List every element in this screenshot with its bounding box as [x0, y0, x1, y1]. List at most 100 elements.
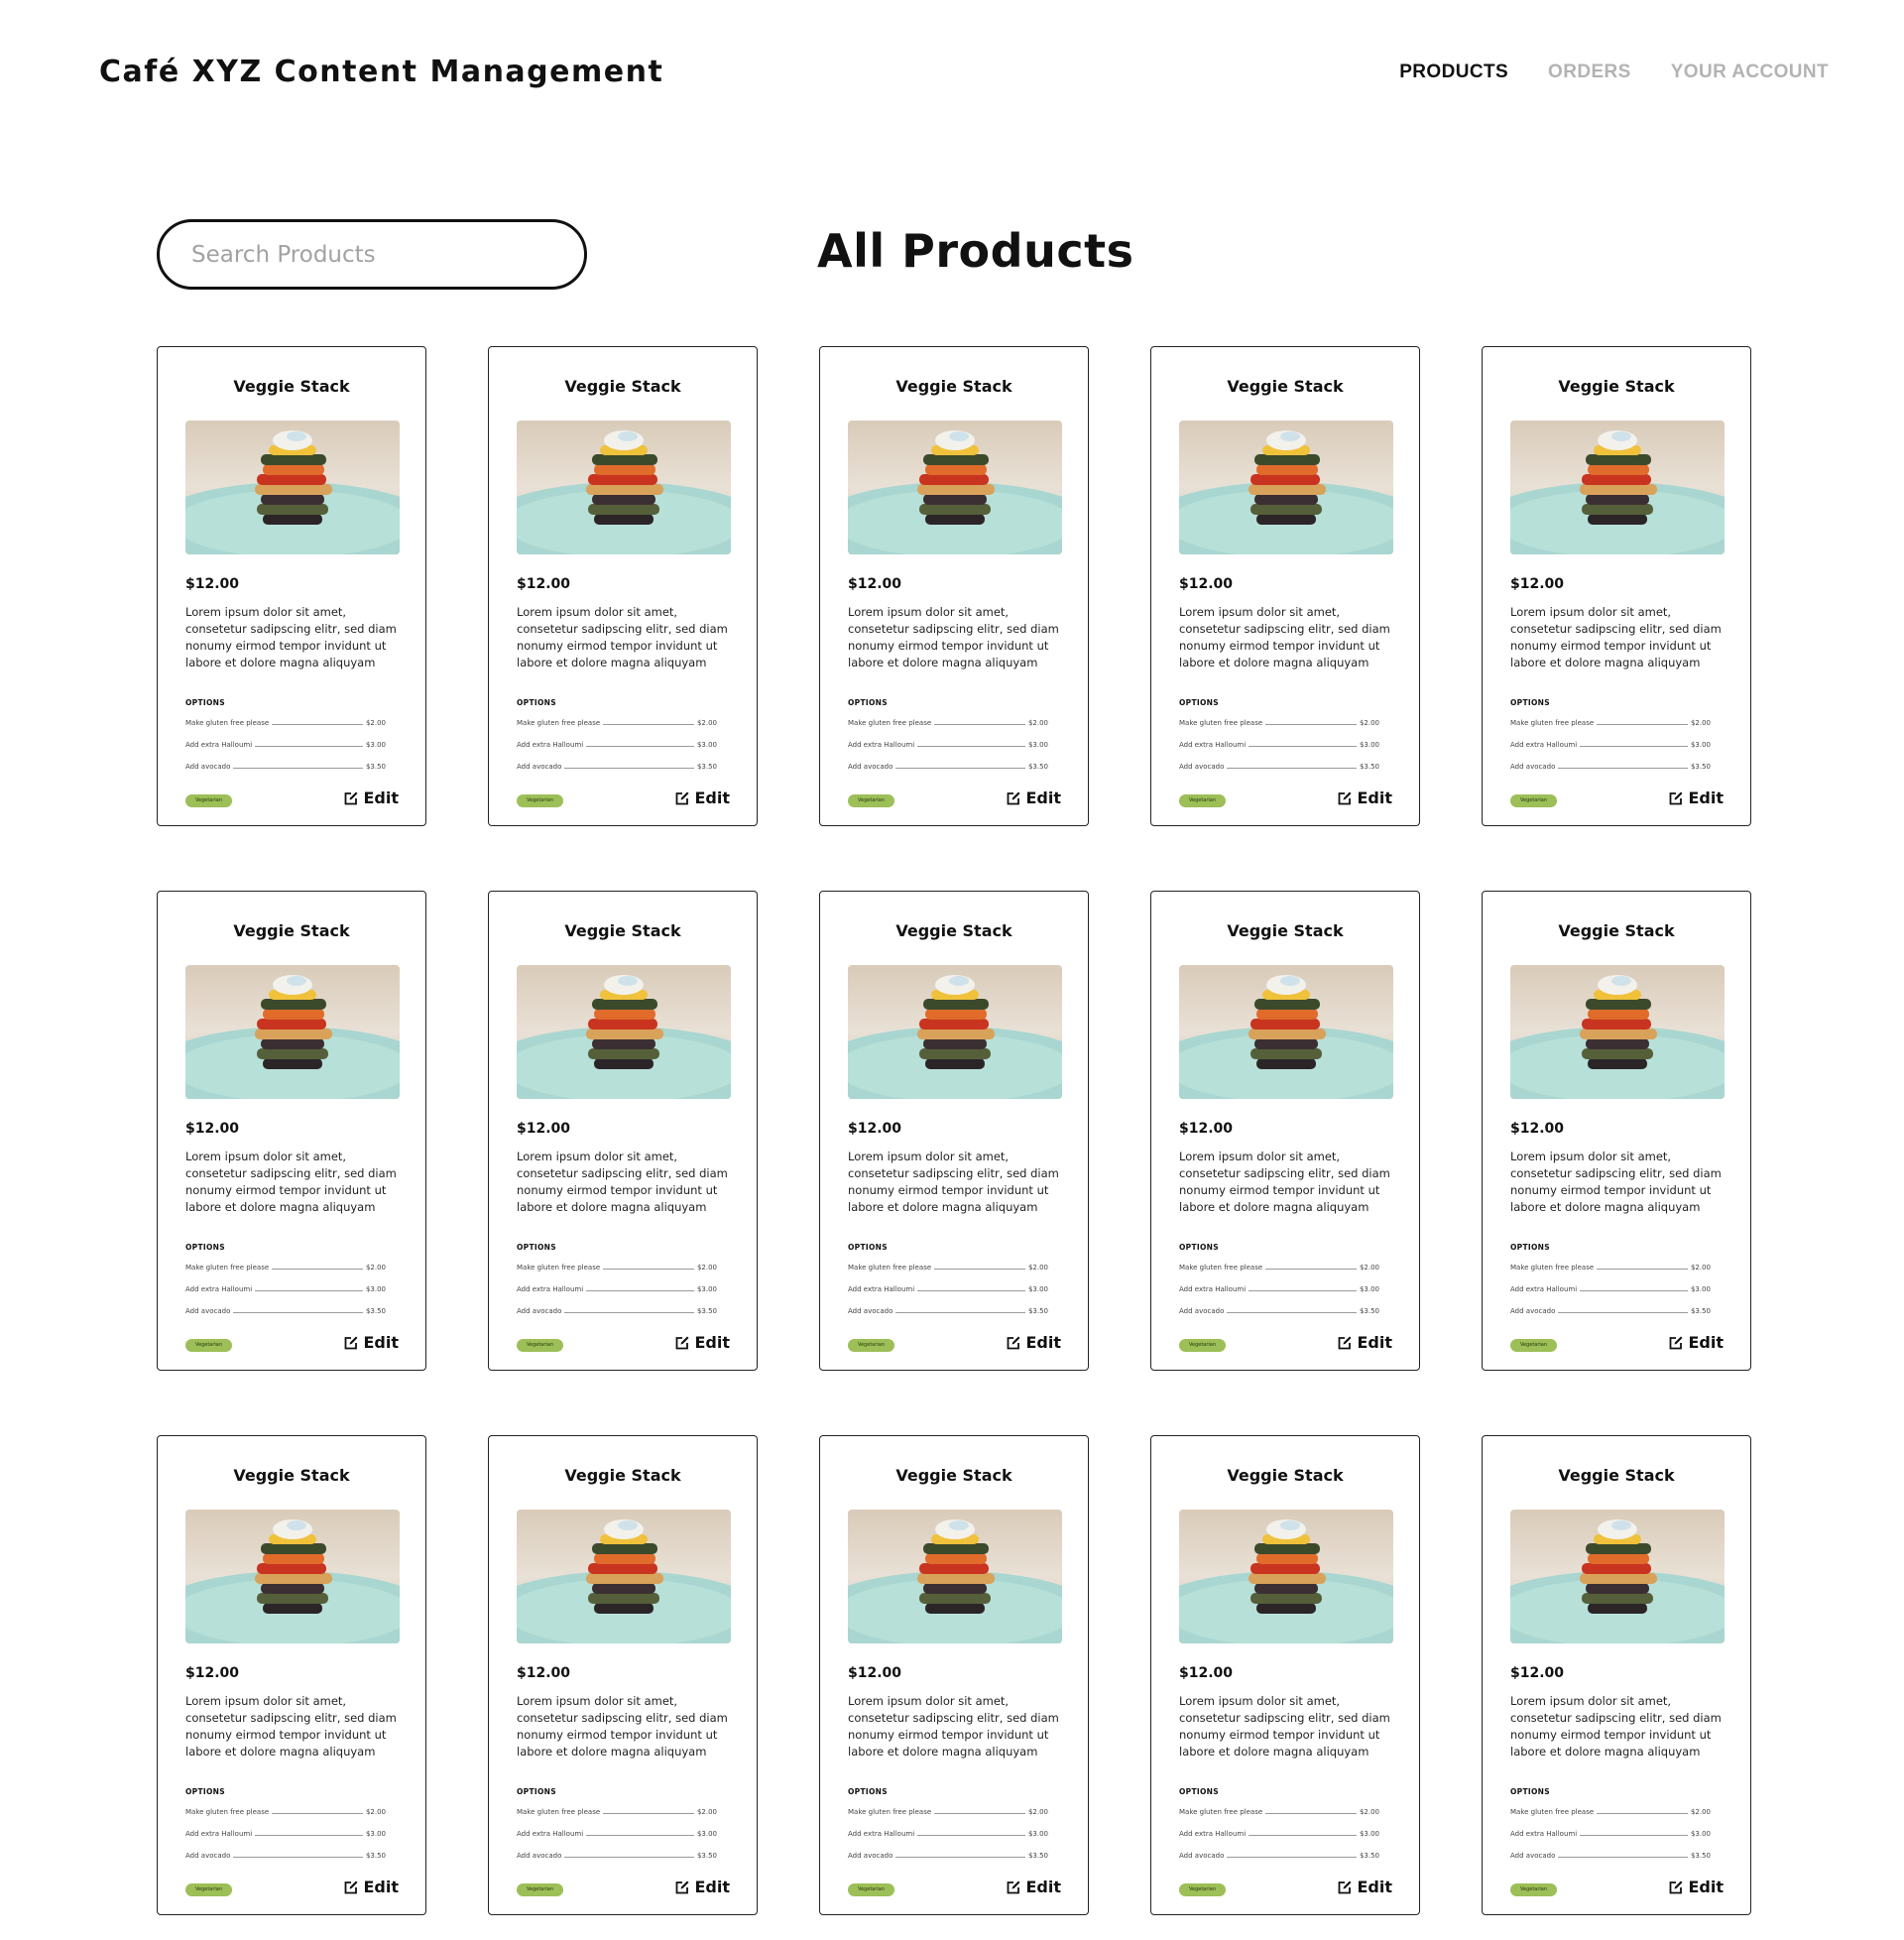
option-price: $3.00 — [696, 1285, 717, 1293]
product-card: Veggie Stack $12.00 Lorem ipsum dolor si… — [1150, 891, 1420, 1371]
edit-icon — [1670, 1336, 1683, 1349]
edit-button[interactable]: Edit — [1668, 1878, 1724, 1896]
option-price: $2.00 — [1690, 719, 1711, 727]
edit-button[interactable]: Edit — [1337, 1333, 1392, 1352]
product-card: Veggie Stack $12.00 Lorem ipsum dolor si… — [488, 1435, 758, 1915]
product-card: Veggie Stack $12.00 Lorem ipsum dolor si… — [1482, 891, 1751, 1371]
product-price: $12.00 — [185, 1121, 240, 1137]
nav-orders[interactable]: ORDERS — [1548, 61, 1631, 83]
product-price: $12.00 — [848, 1121, 902, 1137]
option-row: Make gluten free please $2.00 — [1179, 716, 1379, 727]
product-photo — [1510, 965, 1725, 1099]
edit-label: Edit — [1688, 788, 1724, 807]
option-leader-line — [1597, 724, 1688, 725]
product-card: Veggie Stack $12.00 Lorem ipsum dolor si… — [488, 346, 758, 826]
edit-button[interactable]: Edit — [1337, 1878, 1392, 1896]
product-price: $12.00 — [1510, 1665, 1565, 1681]
option-row: Add extra Halloumi $3.00 — [517, 1282, 717, 1293]
edit-button[interactable]: Edit — [1668, 788, 1724, 807]
product-photo — [1510, 1510, 1725, 1643]
option-price: $3.50 — [1359, 1852, 1379, 1860]
option-row: Add extra Halloumi $3.00 — [1179, 1282, 1379, 1293]
edit-icon — [1008, 1880, 1020, 1893]
edit-button[interactable]: Edit — [343, 1333, 399, 1352]
option-price: $3.50 — [696, 1852, 717, 1860]
option-name: Add avocado — [1179, 1307, 1225, 1315]
product-title: Veggie Stack — [564, 921, 681, 940]
option-name: Make gluten free please — [1179, 719, 1263, 727]
option-name: Add extra Halloumi — [1510, 741, 1578, 749]
product-card: Veggie Stack $12.00 Lorem ipsum dolor si… — [1482, 346, 1751, 826]
option-price: $3.00 — [365, 1830, 386, 1838]
options-heading: OPTIONS — [1179, 698, 1219, 707]
option-price: $2.00 — [696, 1264, 717, 1272]
nav-products[interactable]: PRODUCTS — [1399, 61, 1508, 83]
option-row: Make gluten free please $2.00 — [185, 1805, 386, 1816]
option-price: $3.50 — [365, 1852, 386, 1860]
product-title: Veggie Stack — [895, 377, 1012, 396]
option-leader-line — [895, 768, 1025, 769]
edit-button[interactable]: Edit — [343, 1878, 399, 1896]
edit-icon — [1339, 1336, 1352, 1349]
edit-label: Edit — [694, 788, 730, 807]
option-name: Make gluten free please — [185, 1808, 270, 1816]
option-price: $2.00 — [696, 1808, 717, 1816]
vegetarian-badge: Vegetarian — [517, 1883, 563, 1896]
option-price: $2.00 — [1359, 1808, 1379, 1816]
option-name: Add extra Halloumi — [517, 1285, 584, 1293]
option-price: $3.50 — [1690, 1852, 1711, 1860]
edit-icon — [1339, 1880, 1352, 1893]
option-price: $3.00 — [1690, 1830, 1711, 1838]
option-name: Add extra Halloumi — [1179, 1285, 1247, 1293]
option-price: $3.00 — [1359, 741, 1379, 749]
product-price: $12.00 — [517, 1121, 571, 1137]
option-price: $3.00 — [1027, 1285, 1048, 1293]
option-leader-line — [917, 1835, 1025, 1836]
option-row: Make gluten free please $2.00 — [848, 716, 1048, 727]
edit-button[interactable]: Edit — [674, 788, 730, 807]
edit-icon — [1670, 1880, 1683, 1893]
product-card: Veggie Stack $12.00 Lorem ipsum dolor si… — [819, 891, 1089, 1371]
nav-your-account[interactable]: YOUR ACCOUNT — [1671, 61, 1829, 83]
product-description: Lorem ipsum dolor sit amet, consetetur s… — [517, 1694, 728, 1758]
options-heading: OPTIONS — [1179, 1243, 1219, 1252]
vegetarian-badge: Vegetarian — [848, 794, 894, 807]
option-name: Add extra Halloumi — [185, 741, 253, 749]
option-price: $2.00 — [1027, 719, 1048, 727]
edit-label: Edit — [1025, 1878, 1061, 1896]
option-name: Add extra Halloumi — [185, 1285, 253, 1293]
options-heading: OPTIONS — [185, 1787, 225, 1796]
product-title: Veggie Stack — [564, 1466, 681, 1485]
option-name: Add extra Halloumi — [185, 1830, 253, 1838]
edit-button[interactable]: Edit — [1006, 1333, 1061, 1352]
option-row: Add extra Halloumi $3.00 — [1179, 1827, 1379, 1838]
option-leader-line — [586, 1290, 694, 1291]
option-name: Make gluten free please — [517, 1808, 601, 1816]
edit-label: Edit — [1025, 788, 1061, 807]
vegetarian-badge: Vegetarian — [517, 794, 563, 807]
search-input[interactable] — [157, 219, 587, 290]
option-name: Add avocado — [848, 1852, 893, 1860]
option-name: Add extra Halloumi — [517, 1830, 584, 1838]
options-heading: OPTIONS — [1510, 698, 1550, 707]
edit-button[interactable]: Edit — [1006, 788, 1061, 807]
options-heading: OPTIONS — [1510, 1787, 1550, 1796]
option-leader-line — [1265, 1269, 1357, 1270]
option-leader-line — [1558, 1857, 1688, 1858]
edit-button[interactable]: Edit — [1006, 1878, 1061, 1896]
option-leader-line — [272, 1813, 363, 1814]
edit-label: Edit — [1357, 788, 1392, 807]
product-photo — [1179, 1510, 1393, 1643]
edit-button[interactable]: Edit — [1337, 788, 1392, 807]
edit-button[interactable]: Edit — [343, 788, 399, 807]
edit-button[interactable]: Edit — [674, 1878, 730, 1896]
edit-label: Edit — [363, 1878, 399, 1896]
vegetarian-badge: Vegetarian — [185, 794, 232, 807]
option-row: Add avocado $3.50 — [517, 760, 717, 771]
edit-button[interactable]: Edit — [1668, 1333, 1724, 1352]
option-row: Add avocado $3.50 — [185, 1304, 386, 1315]
option-leader-line — [233, 1312, 363, 1313]
product-title: Veggie Stack — [233, 377, 350, 396]
product-price: $12.00 — [1179, 576, 1234, 592]
edit-button[interactable]: Edit — [674, 1333, 730, 1352]
